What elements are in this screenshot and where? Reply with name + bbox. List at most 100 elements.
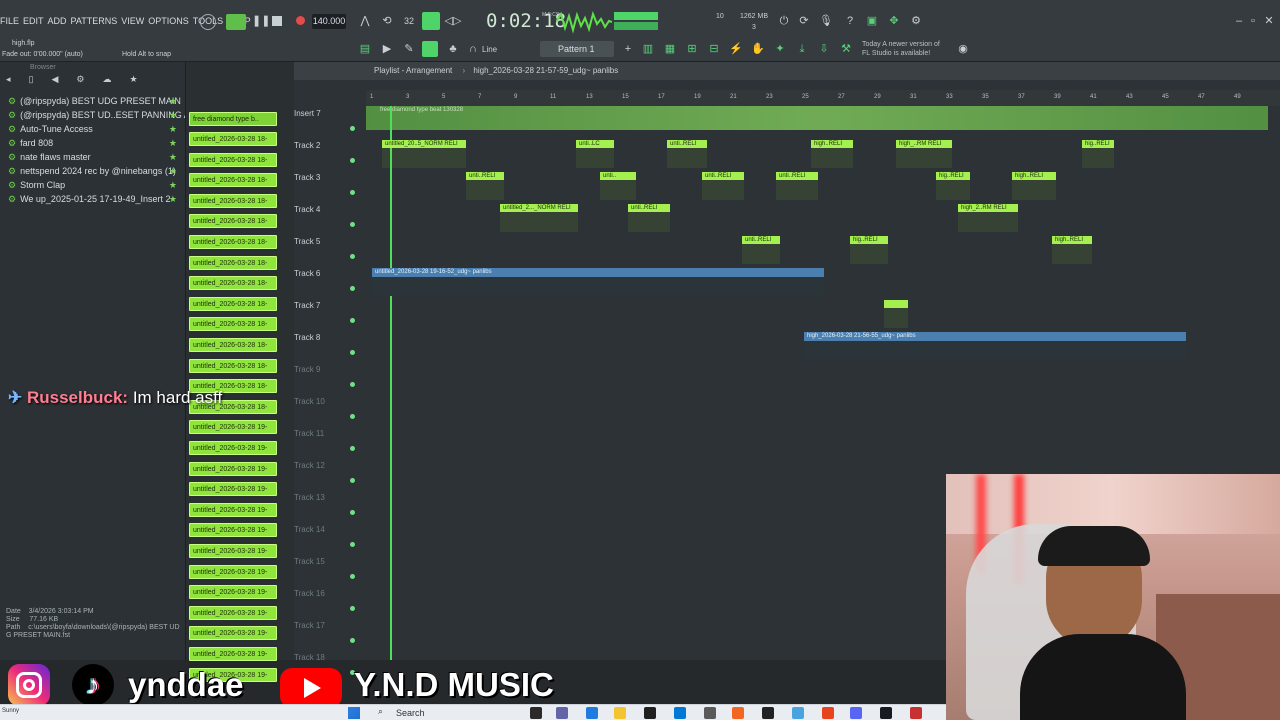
track-header[interactable]: Track 4	[294, 202, 358, 234]
channel-button[interactable]: untitled_2026-03-28 19-	[189, 626, 277, 641]
track-header[interactable]: Track 7	[294, 298, 358, 330]
audio-clip[interactable]: hig..RELI	[850, 236, 888, 264]
track-active-icon[interactable]	[350, 126, 355, 131]
track-active-icon[interactable]	[350, 318, 355, 323]
countdown-button[interactable]	[422, 12, 440, 30]
search-icon[interactable]: ⌕	[378, 706, 383, 717]
settings-icon[interactable]: ⚙	[908, 14, 924, 28]
piano-roll-icon[interactable]: ⊞	[684, 42, 700, 56]
magnet-icon[interactable]: ∩	[466, 42, 480, 56]
channel-button[interactable]: untitled_2026-03-28 18-	[189, 317, 277, 332]
audio-clip[interactable]: hig..RELI	[936, 172, 970, 200]
terminal-icon[interactable]	[644, 707, 656, 719]
stop-icon[interactable]	[272, 16, 282, 26]
audio-clip[interactable]: high..RELI	[1012, 172, 1056, 200]
channel-button[interactable]: free diamond type b..	[189, 112, 277, 126]
track-header[interactable]: Track 8	[294, 330, 358, 362]
audio-clip[interactable]: untitled_2..._NORM RELI	[500, 204, 578, 232]
close-icon[interactable]: ✕	[1262, 14, 1276, 28]
maximize-icon[interactable]: ▫	[1246, 14, 1260, 28]
track-header[interactable]: Track 10	[294, 394, 358, 426]
main-beat-clip[interactable]: free diamond type beat 130328	[366, 106, 1268, 130]
help-icon[interactable]: ?	[842, 14, 858, 28]
mic-icon[interactable]: 🎙	[818, 14, 834, 28]
track-active-icon[interactable]	[350, 638, 355, 643]
channel-button[interactable]: untitled_2026-03-28 19-	[189, 523, 277, 538]
channel-button[interactable]: untitled_2026-03-28 19-	[189, 441, 277, 455]
audio-clip[interactable]: high..RELI	[1052, 236, 1092, 264]
menu-add[interactable]: ADD	[48, 16, 67, 26]
browser-item[interactable]: ⚙(@ripspyda) BEST UD..ESET PANNING ADLIB…	[0, 108, 185, 122]
track-active-icon[interactable]	[350, 286, 355, 291]
channel-button[interactable]: untitled_2026-03-28 19-	[189, 420, 277, 435]
track-header[interactable]: Track 14	[294, 522, 358, 554]
track-active-icon[interactable]	[350, 478, 355, 483]
browser-item[interactable]: ⚙ (@ripspyda) BEST UDG PRESET MAIN ★	[0, 94, 185, 108]
track-active-icon[interactable]	[350, 190, 355, 195]
taskbar-search[interactable]: Search	[396, 708, 425, 718]
timeline-ruler[interactable]: 1 3 5 7 9 11 13 15 17 19 21 23 25 27 29 31 33 35 37 39 41 43 4…	[366, 90, 1280, 106]
audio-clip[interactable]: unti..RELI	[628, 204, 670, 232]
audio-clip[interactable]: unti..RELI	[742, 236, 780, 264]
audio-clip[interactable]: high_2026-03-28 21-56-55_udg~ panlibs	[804, 332, 1186, 360]
audio-clip[interactable]: high_2..RM RELI	[958, 204, 1018, 232]
audio-clip[interactable]: hig..RELI	[1082, 140, 1114, 168]
channel-button[interactable]: untitled_2026-03-28 18-	[189, 152, 277, 167]
plugin-icon[interactable]: ⚡	[728, 42, 744, 56]
touch-controller-icon[interactable]: ✋	[750, 42, 766, 56]
channel-button[interactable]: untitled_2026-03-28 19-	[189, 544, 277, 558]
menu-options[interactable]: OPTIONS	[148, 16, 189, 26]
track-header[interactable]: Track 5	[294, 234, 358, 266]
browser-app-icon[interactable]	[792, 707, 804, 719]
loop-record-icon[interactable]: ⟲	[378, 14, 396, 28]
tempo-tapper-icon[interactable]: ✦	[772, 42, 788, 56]
channel-button[interactable]: untitled_2026-03-28 18-	[189, 338, 277, 352]
track-header[interactable]: Insert 7	[294, 106, 358, 138]
track-active-icon[interactable]	[350, 510, 355, 515]
browser-item[interactable]: ⚙ Auto-Tune Access ★	[0, 122, 185, 136]
browser-item[interactable]: ⚙ fard 808 ★	[0, 136, 185, 150]
channel-button[interactable]: untitled_2026-03-28 18-	[189, 214, 277, 229]
channel-button[interactable]: untitled_2026-03-28 18-	[189, 193, 277, 208]
track-header[interactable]: Track 3	[294, 170, 358, 202]
pencil-icon[interactable]: ✎	[402, 42, 416, 56]
audio-clip[interactable]: unti..RELI	[776, 172, 818, 200]
edge-icon[interactable]	[586, 707, 598, 719]
tempo-display[interactable]: 140.000	[312, 14, 346, 29]
minimize-icon[interactable]: –	[1232, 14, 1246, 28]
audio-clip[interactable]: high_..RM RELI	[896, 140, 952, 168]
track-header[interactable]: Track 15	[294, 554, 358, 586]
track-active-icon[interactable]	[350, 158, 355, 163]
track-active-icon[interactable]	[350, 542, 355, 547]
track-header[interactable]: Track 13	[294, 490, 358, 522]
start-icon[interactable]	[348, 707, 360, 719]
audio-clip[interactable]: unti..RELI	[466, 172, 504, 200]
channel-button[interactable]: untitled_2026-03-28 19-	[189, 482, 277, 497]
arrangement-name[interactable]: high_2026-03-28 21-57-59_udg~ panlibs	[473, 66, 618, 75]
track-active-icon[interactable]	[350, 350, 355, 355]
metronome-icon[interactable]: ⋀	[356, 14, 374, 28]
play-mode-icon[interactable]: ▶	[380, 42, 394, 56]
discord-icon[interactable]	[850, 707, 862, 719]
online-icon[interactable]: ⏻	[776, 14, 792, 28]
media-icon[interactable]	[762, 707, 774, 719]
channel-button[interactable]: untitled_2026-03-28 19-	[189, 605, 277, 620]
menu-file[interactable]: FILE	[0, 16, 19, 26]
channel-button[interactable]: untitled_2026-03-28 18-	[189, 132, 277, 146]
track-active-icon[interactable]	[350, 254, 355, 259]
obs-icon[interactable]	[910, 707, 922, 719]
app-icon[interactable]	[732, 707, 744, 719]
store-icon[interactable]	[674, 707, 686, 719]
track-header[interactable]: Track 11	[294, 426, 358, 458]
pattern-selector[interactable]: Pattern 1	[540, 41, 614, 57]
record-icon[interactable]	[296, 16, 305, 25]
refresh-icon[interactable]: ⟳	[796, 14, 812, 28]
cloud-icon[interactable]: ☁	[102, 74, 111, 88]
channel-button[interactable]: untitled_2026-03-28 18-	[189, 358, 277, 373]
track-active-icon[interactable]	[350, 606, 355, 611]
browser-item[interactable]: ⚙ Storm Clap ★	[0, 178, 185, 192]
folder-icon[interactable]	[614, 707, 626, 719]
track-header[interactable]: Track 17	[294, 618, 358, 650]
audio-clip[interactable]: untitled_2026-03-28 19-16-52_udg~ panlib…	[372, 268, 824, 296]
step-edit-icon[interactable]: 32	[400, 14, 418, 28]
